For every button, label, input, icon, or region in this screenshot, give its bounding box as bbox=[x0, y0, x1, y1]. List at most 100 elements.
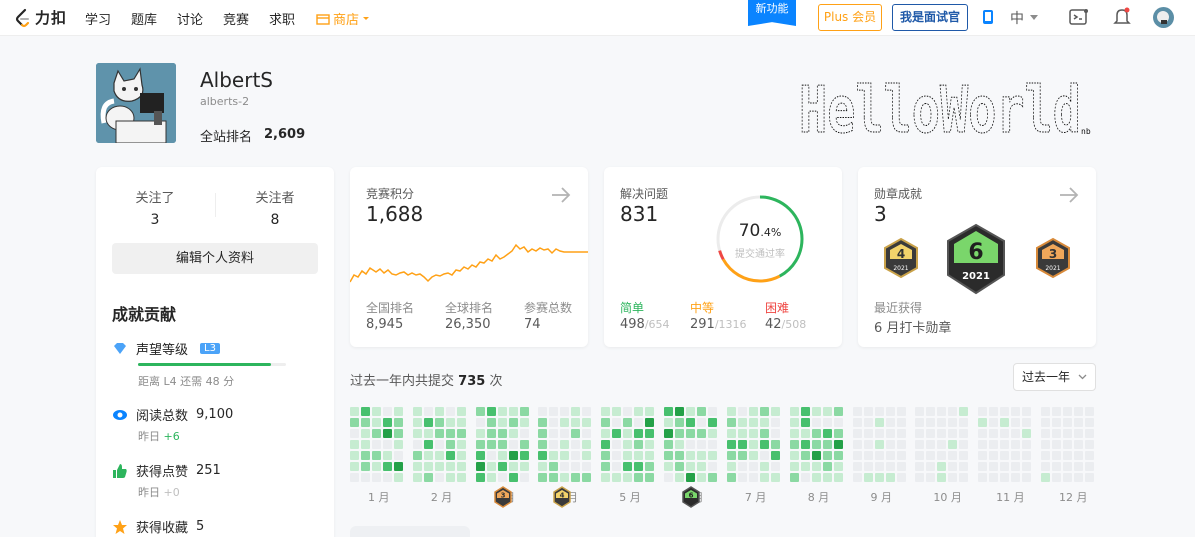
badge-3-icon[interactable]: 3 2021 bbox=[1034, 237, 1072, 279]
heatmap-cell[interactable] bbox=[538, 473, 548, 482]
heatmap-cell[interactable] bbox=[675, 440, 685, 449]
heatmap-cell[interactable] bbox=[1000, 451, 1010, 460]
heatmap-cell[interactable] bbox=[634, 451, 644, 460]
heatmap-cell[interactable] bbox=[445, 473, 455, 482]
heatmap-cell[interactable] bbox=[800, 473, 810, 482]
heatmap-cell[interactable] bbox=[748, 440, 758, 449]
heatmap-cell[interactable] bbox=[948, 451, 958, 460]
heatmap-cell[interactable] bbox=[1074, 418, 1083, 427]
heatmap-cell[interactable] bbox=[885, 429, 895, 438]
heatmap-cell[interactable] bbox=[394, 451, 403, 460]
heatmap-cell[interactable] bbox=[361, 451, 370, 460]
heatmap-cell[interactable] bbox=[508, 429, 518, 438]
heatmap-cell[interactable] bbox=[697, 418, 707, 427]
heatmap-cell[interactable] bbox=[560, 407, 570, 416]
heatmap-cell[interactable] bbox=[896, 440, 906, 449]
heatmap-cell[interactable] bbox=[708, 407, 718, 416]
heatmap-cell[interactable] bbox=[1011, 440, 1021, 449]
heatmap-cell[interactable] bbox=[434, 440, 444, 449]
heatmap-cell[interactable] bbox=[948, 407, 958, 416]
heatmap-cell[interactable] bbox=[601, 440, 611, 449]
heatmap-cell[interactable] bbox=[978, 440, 988, 449]
heatmap-cell[interactable] bbox=[885, 418, 895, 427]
heatmap-cell[interactable] bbox=[423, 451, 433, 460]
heatmap-cell[interactable] bbox=[582, 407, 592, 416]
heatmap-cell[interactable] bbox=[612, 407, 622, 416]
heatmap-cell[interactable] bbox=[748, 451, 758, 460]
heatmap-cell[interactable] bbox=[822, 440, 832, 449]
heatmap-cell[interactable] bbox=[445, 440, 455, 449]
heatmap-cell[interactable] bbox=[1085, 440, 1094, 449]
heatmap-cell[interactable] bbox=[623, 429, 633, 438]
heatmap-cell[interactable] bbox=[664, 418, 674, 427]
heatmap-cell[interactable] bbox=[811, 462, 821, 471]
heatmap-cell[interactable] bbox=[959, 407, 969, 416]
heatmap-cell[interactable] bbox=[434, 462, 444, 471]
heatmap-cell[interactable] bbox=[434, 429, 444, 438]
heatmap-cell[interactable] bbox=[874, 451, 884, 460]
heatmap-cell[interactable] bbox=[1052, 462, 1061, 471]
heatmap-cell[interactable] bbox=[1011, 407, 1021, 416]
heatmap-cell[interactable] bbox=[852, 418, 862, 427]
plus-member-button[interactable]: Plus 会员 bbox=[818, 4, 882, 31]
heatmap-cell[interactable] bbox=[645, 418, 655, 427]
heatmap-cell[interactable] bbox=[519, 407, 529, 416]
heatmap-cell[interactable] bbox=[538, 407, 548, 416]
user-avatar[interactable] bbox=[1153, 7, 1174, 28]
heatmap-cell[interactable] bbox=[423, 462, 433, 471]
heatmap-cell[interactable] bbox=[634, 407, 644, 416]
heatmap-cell[interactable] bbox=[1022, 451, 1032, 460]
heatmap-cell[interactable] bbox=[926, 418, 936, 427]
heatmap-cell[interactable] bbox=[497, 451, 507, 460]
heatmap-cell[interactable] bbox=[497, 429, 507, 438]
arrow-right-icon[interactable] bbox=[550, 184, 572, 206]
heatmap-cell[interactable] bbox=[1074, 451, 1083, 460]
heatmap-cell[interactable] bbox=[601, 462, 611, 471]
heatmap-cell[interactable] bbox=[852, 473, 862, 482]
heatmap-cell[interactable] bbox=[582, 473, 592, 482]
heatmap-cell[interactable] bbox=[896, 473, 906, 482]
heatmap-cell[interactable] bbox=[874, 462, 884, 471]
heatmap-cell[interactable] bbox=[978, 429, 988, 438]
heatmap-cell[interactable] bbox=[560, 462, 570, 471]
heatmap-cell[interactable] bbox=[915, 451, 925, 460]
heatmap-cell[interactable] bbox=[959, 462, 969, 471]
heatmap-cell[interactable] bbox=[486, 440, 496, 449]
month-badge-3-icon[interactable]: 3 bbox=[493, 486, 513, 508]
heatmap-cell[interactable] bbox=[383, 462, 392, 471]
heatmap-cell[interactable] bbox=[789, 407, 799, 416]
heatmap-cell[interactable] bbox=[664, 407, 674, 416]
heatmap-cell[interactable] bbox=[1022, 418, 1032, 427]
heatmap-cell[interactable] bbox=[394, 407, 403, 416]
heatmap-cell[interactable] bbox=[372, 407, 381, 416]
edit-profile-button[interactable]: 编辑个人资料 bbox=[112, 243, 318, 274]
heatmap-cell[interactable] bbox=[1022, 429, 1032, 438]
heatmap-cell[interactable] bbox=[697, 462, 707, 471]
heatmap-cell[interactable] bbox=[1074, 429, 1083, 438]
heatmap-cell[interactable] bbox=[726, 473, 736, 482]
heatmap-cell[interactable] bbox=[748, 429, 758, 438]
heatmap-cell[interactable] bbox=[770, 407, 780, 416]
heatmap-cell[interactable] bbox=[726, 451, 736, 460]
heatmap-cell[interactable] bbox=[915, 429, 925, 438]
heatmap-cell[interactable] bbox=[1074, 462, 1083, 471]
heatmap-cell[interactable] bbox=[412, 418, 422, 427]
heatmap-cell[interactable] bbox=[811, 451, 821, 460]
heatmap-cell[interactable] bbox=[989, 473, 999, 482]
heatmap-cell[interactable] bbox=[959, 440, 969, 449]
heatmap-cell[interactable] bbox=[549, 407, 559, 416]
heatmap-cell[interactable] bbox=[350, 440, 359, 449]
bottom-tab[interactable] bbox=[350, 526, 470, 537]
month-badge-4-icon[interactable]: 4 bbox=[552, 486, 572, 508]
heatmap-cell[interactable] bbox=[519, 451, 529, 460]
heatmap-cell[interactable] bbox=[664, 440, 674, 449]
heatmap-cell[interactable] bbox=[989, 451, 999, 460]
heatmap-cell[interactable] bbox=[549, 451, 559, 460]
contest-rating-card[interactable]: 竞赛积分 1,688 全国排名 全球排名 参赛总数 8,945 26,350 7… bbox=[350, 167, 588, 347]
heatmap-cell[interactable] bbox=[560, 418, 570, 427]
heatmap-cell[interactable] bbox=[475, 451, 485, 460]
heatmap-cell[interactable] bbox=[708, 440, 718, 449]
heatmap-cell[interactable] bbox=[1022, 407, 1032, 416]
heatmap-cell[interactable] bbox=[1063, 429, 1072, 438]
heatmap-cell[interactable] bbox=[497, 418, 507, 427]
